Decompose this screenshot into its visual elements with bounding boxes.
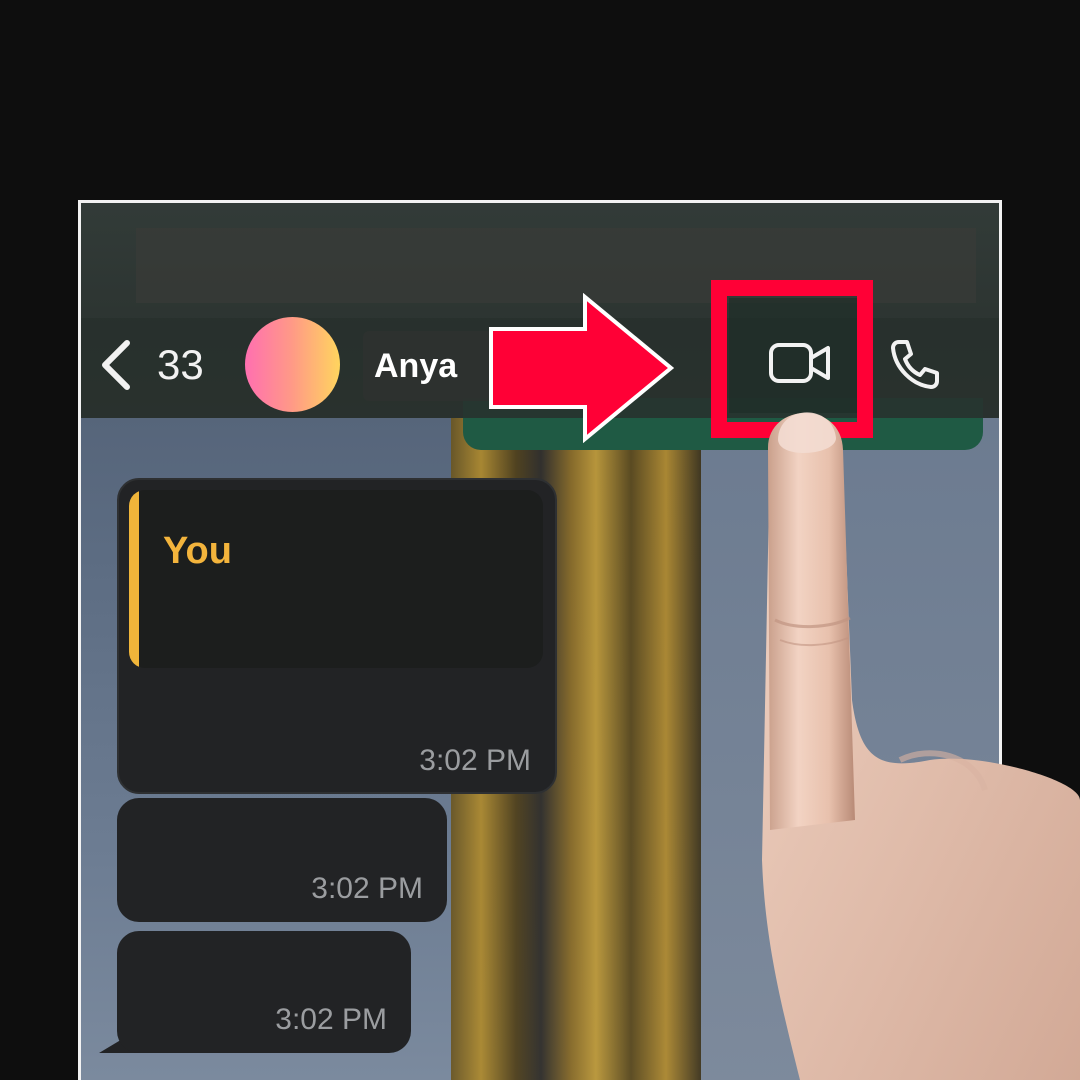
contact-name[interactable]: Anya — [374, 346, 457, 386]
phone-icon[interactable] — [887, 336, 943, 392]
chat-screenshot: 33 Anya You 3:02 PM 3:02 PM 3:02 PM — [78, 200, 1002, 1080]
unread-count[interactable]: 33 — [157, 341, 204, 389]
message-bubble[interactable]: 3:02 PM — [117, 798, 447, 922]
quote-author: You — [163, 530, 232, 572]
arrow-pointer-icon — [489, 293, 675, 443]
message-time: 3:02 PM — [275, 1003, 387, 1036]
message-time: 3:02 PM — [419, 744, 531, 777]
reply-quote[interactable]: You — [129, 490, 543, 668]
message-time: 3:02 PM — [311, 872, 423, 905]
highlight-box — [711, 280, 873, 438]
chevron-left-icon[interactable] — [97, 337, 137, 393]
wallpaper-right — [701, 418, 999, 1080]
message-bubble[interactable]: 3:02 PM — [117, 931, 411, 1053]
quote-accent-bar — [129, 490, 139, 668]
avatar[interactable] — [245, 317, 340, 412]
message-bubble[interactable]: You 3:02 PM — [117, 478, 557, 794]
